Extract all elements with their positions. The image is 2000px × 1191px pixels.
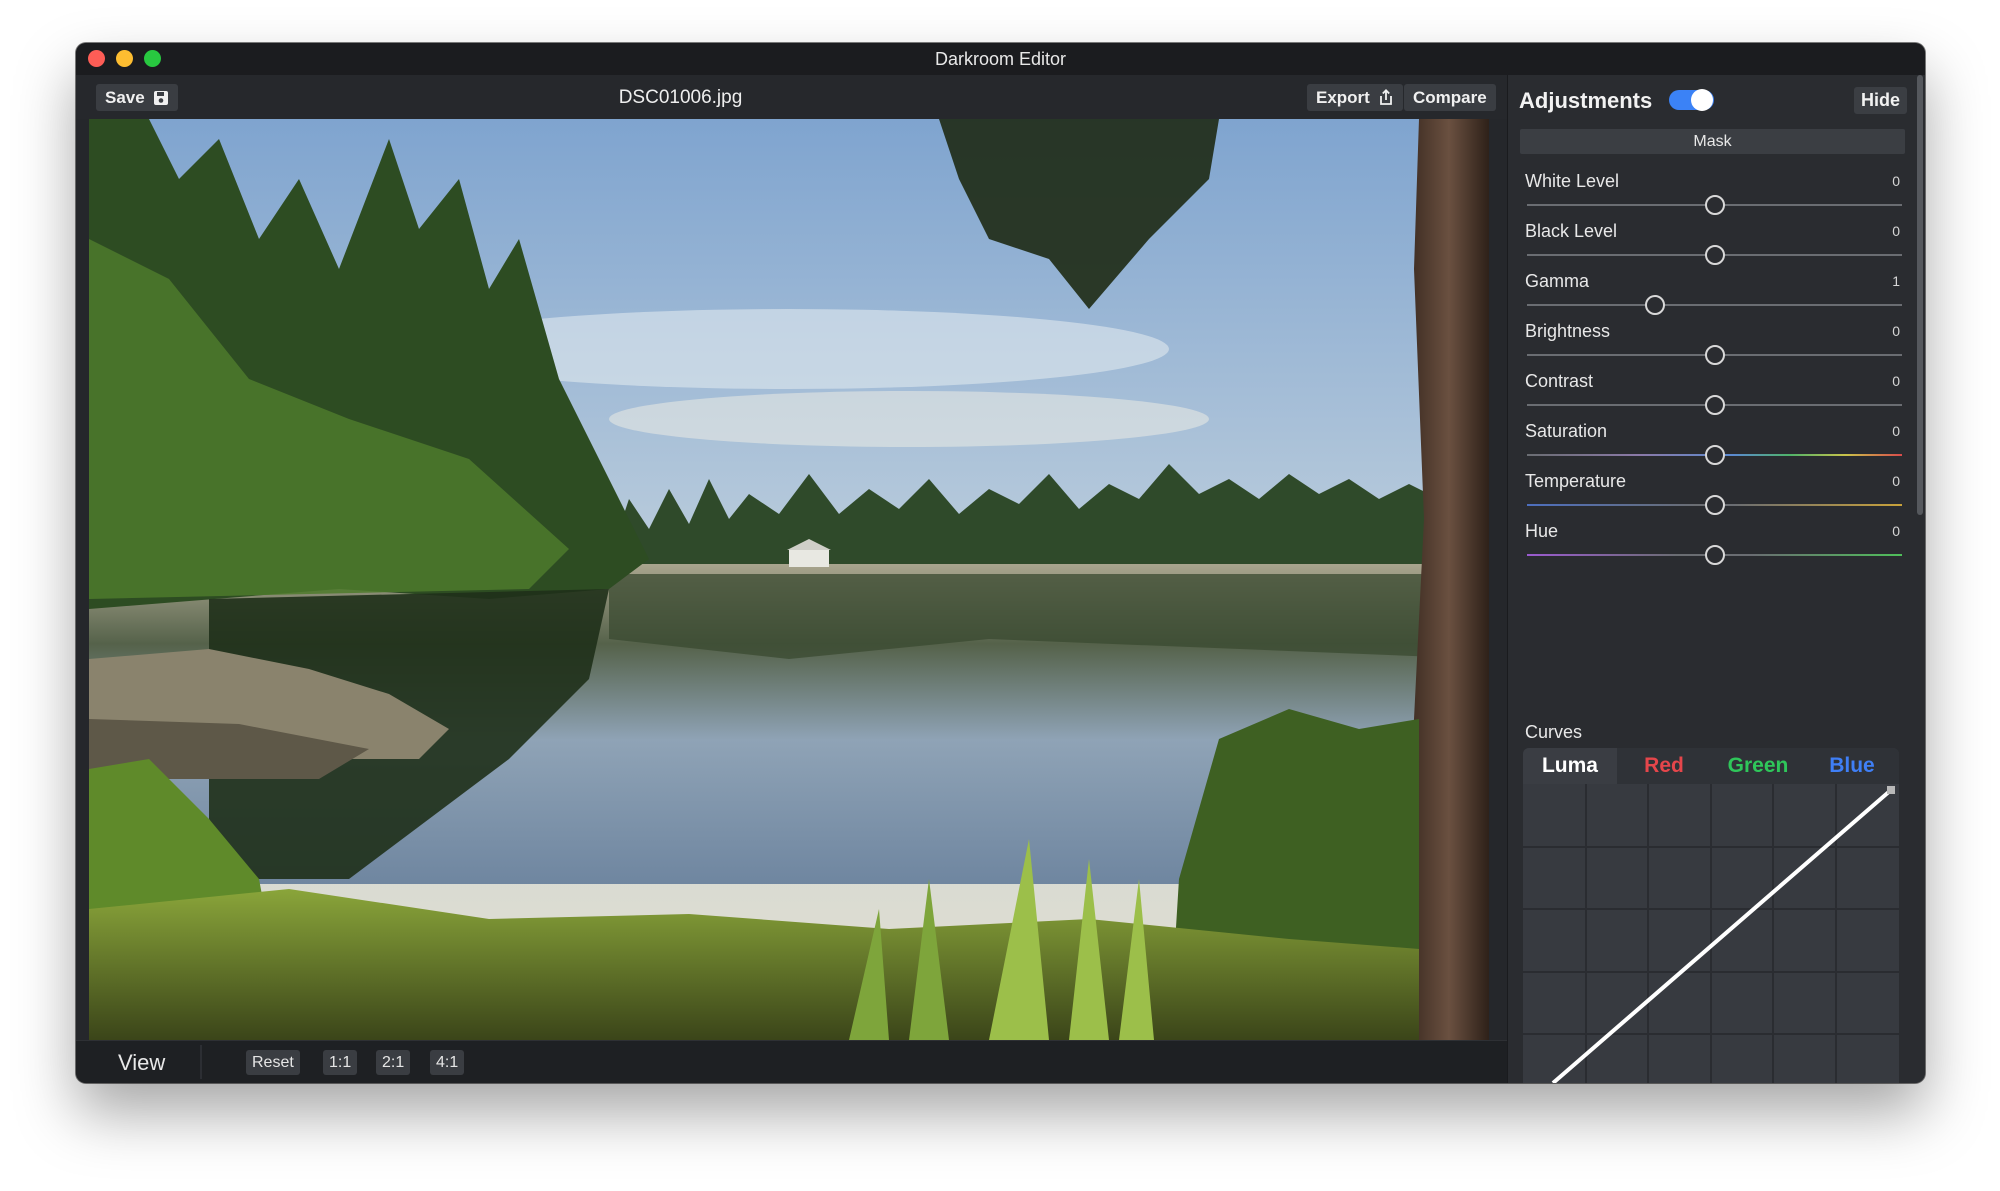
lake-forest-photo <box>89 119 1489 1040</box>
adjustment-value: 0 <box>1892 323 1900 339</box>
minimize-window-button[interactable] <box>116 50 133 67</box>
adjustment-value: 1 <box>1892 273 1900 289</box>
adjustments-toggle[interactable] <box>1669 89 1714 111</box>
curve-tab-blue[interactable]: Blue <box>1805 748 1899 784</box>
adjustment-label: Temperature <box>1525 471 1627 491</box>
curves-label: Curves <box>1525 722 1583 742</box>
share-icon <box>1379 89 1392 105</box>
curve-tab-luma[interactable]: Luma <box>1523 748 1617 784</box>
zoom-2-1-button[interactable]: 2:1 <box>376 1050 411 1075</box>
window-title: Darkroom Editor <box>934 48 1067 69</box>
compare-button[interactable]: Compare <box>1404 84 1496 111</box>
slider-thumb[interactable] <box>1704 345 1725 365</box>
title-bar: Darkroom Editor <box>76 43 1925 75</box>
curve-tab-green[interactable]: Green <box>1711 748 1805 784</box>
adjustment-label: Black Level <box>1525 221 1618 241</box>
curve-tab-red[interactable]: Red <box>1617 748 1711 784</box>
app-window: Darkroom Editor Save DSC01006.jpg Export… <box>76 43 1925 1083</box>
status-divider <box>200 1045 202 1079</box>
curve-channel-tabs: Luma Red Green Blue <box>1523 748 1899 784</box>
slider-thumb[interactable] <box>1704 195 1725 215</box>
adjustment-label: Contrast <box>1525 371 1594 391</box>
luma-curve-line <box>1551 788 1893 1083</box>
slider-thumb[interactable] <box>1704 445 1725 465</box>
hide-panel-button[interactable]: Hide <box>1853 87 1907 114</box>
slider-thumb[interactable] <box>1704 495 1725 515</box>
slider-thumb[interactable] <box>1704 245 1725 265</box>
panel-title: Adjustments <box>1519 88 1653 113</box>
mask-button[interactable]: Mask <box>1520 129 1905 154</box>
export-button[interactable]: Export <box>1307 84 1403 111</box>
slider-track[interactable] <box>1527 304 1902 306</box>
export-button-label: Export <box>1316 87 1370 107</box>
adjustment-value: 0 <box>1892 373 1900 389</box>
adjustment-value: 0 <box>1892 223 1900 239</box>
slider-thumb[interactable] <box>1704 395 1725 415</box>
editor-toolbar: Save DSC01006.jpg Export Compare <box>76 75 1507 119</box>
panel-scrollbar[interactable] <box>1917 75 1923 515</box>
adjustment-value: 0 <box>1892 423 1900 439</box>
adjustment-value: 0 <box>1892 173 1900 189</box>
adjustments-panel: Adjustments Hide Mask White Level 0 Black … <box>1507 75 1925 1083</box>
image-canvas[interactable] <box>89 119 1489 1083</box>
adjustment-label: Gamma <box>1525 271 1590 291</box>
panel-header: Adjustments Hide <box>1508 75 1925 131</box>
adjustment-value: 0 <box>1892 473 1900 489</box>
slider-thumb[interactable] <box>1704 545 1725 565</box>
adjustment-hue: Hue 0 <box>1525 521 1905 581</box>
maximize-window-button[interactable] <box>144 50 161 67</box>
adjustment-label: White Level <box>1525 171 1620 191</box>
slider-thumb[interactable] <box>1644 295 1665 315</box>
view-status-bar: View Reset 1:1 2:1 4:1 <box>76 1040 1507 1083</box>
close-window-button[interactable] <box>88 50 105 67</box>
adjustment-label: Saturation <box>1525 421 1608 441</box>
zoom-4-1-button[interactable]: 4:1 <box>430 1050 465 1075</box>
adjustment-label: Brightness <box>1525 321 1611 341</box>
curve-control-point <box>1887 786 1895 794</box>
window-controls <box>88 50 161 67</box>
adjustment-label: Hue <box>1525 521 1559 541</box>
curves-editor: Luma Red Green Blue <box>1523 748 1899 1083</box>
curve-graph[interactable] <box>1523 784 1899 1083</box>
file-name: DSC01006.jpg <box>618 87 743 108</box>
toggle-knob <box>1691 89 1713 111</box>
zoom-reset-button[interactable]: Reset <box>246 1050 300 1075</box>
view-label: View <box>118 1050 166 1075</box>
zoom-1-1-button[interactable]: 1:1 <box>323 1050 358 1075</box>
adjustment-value: 0 <box>1892 523 1900 539</box>
